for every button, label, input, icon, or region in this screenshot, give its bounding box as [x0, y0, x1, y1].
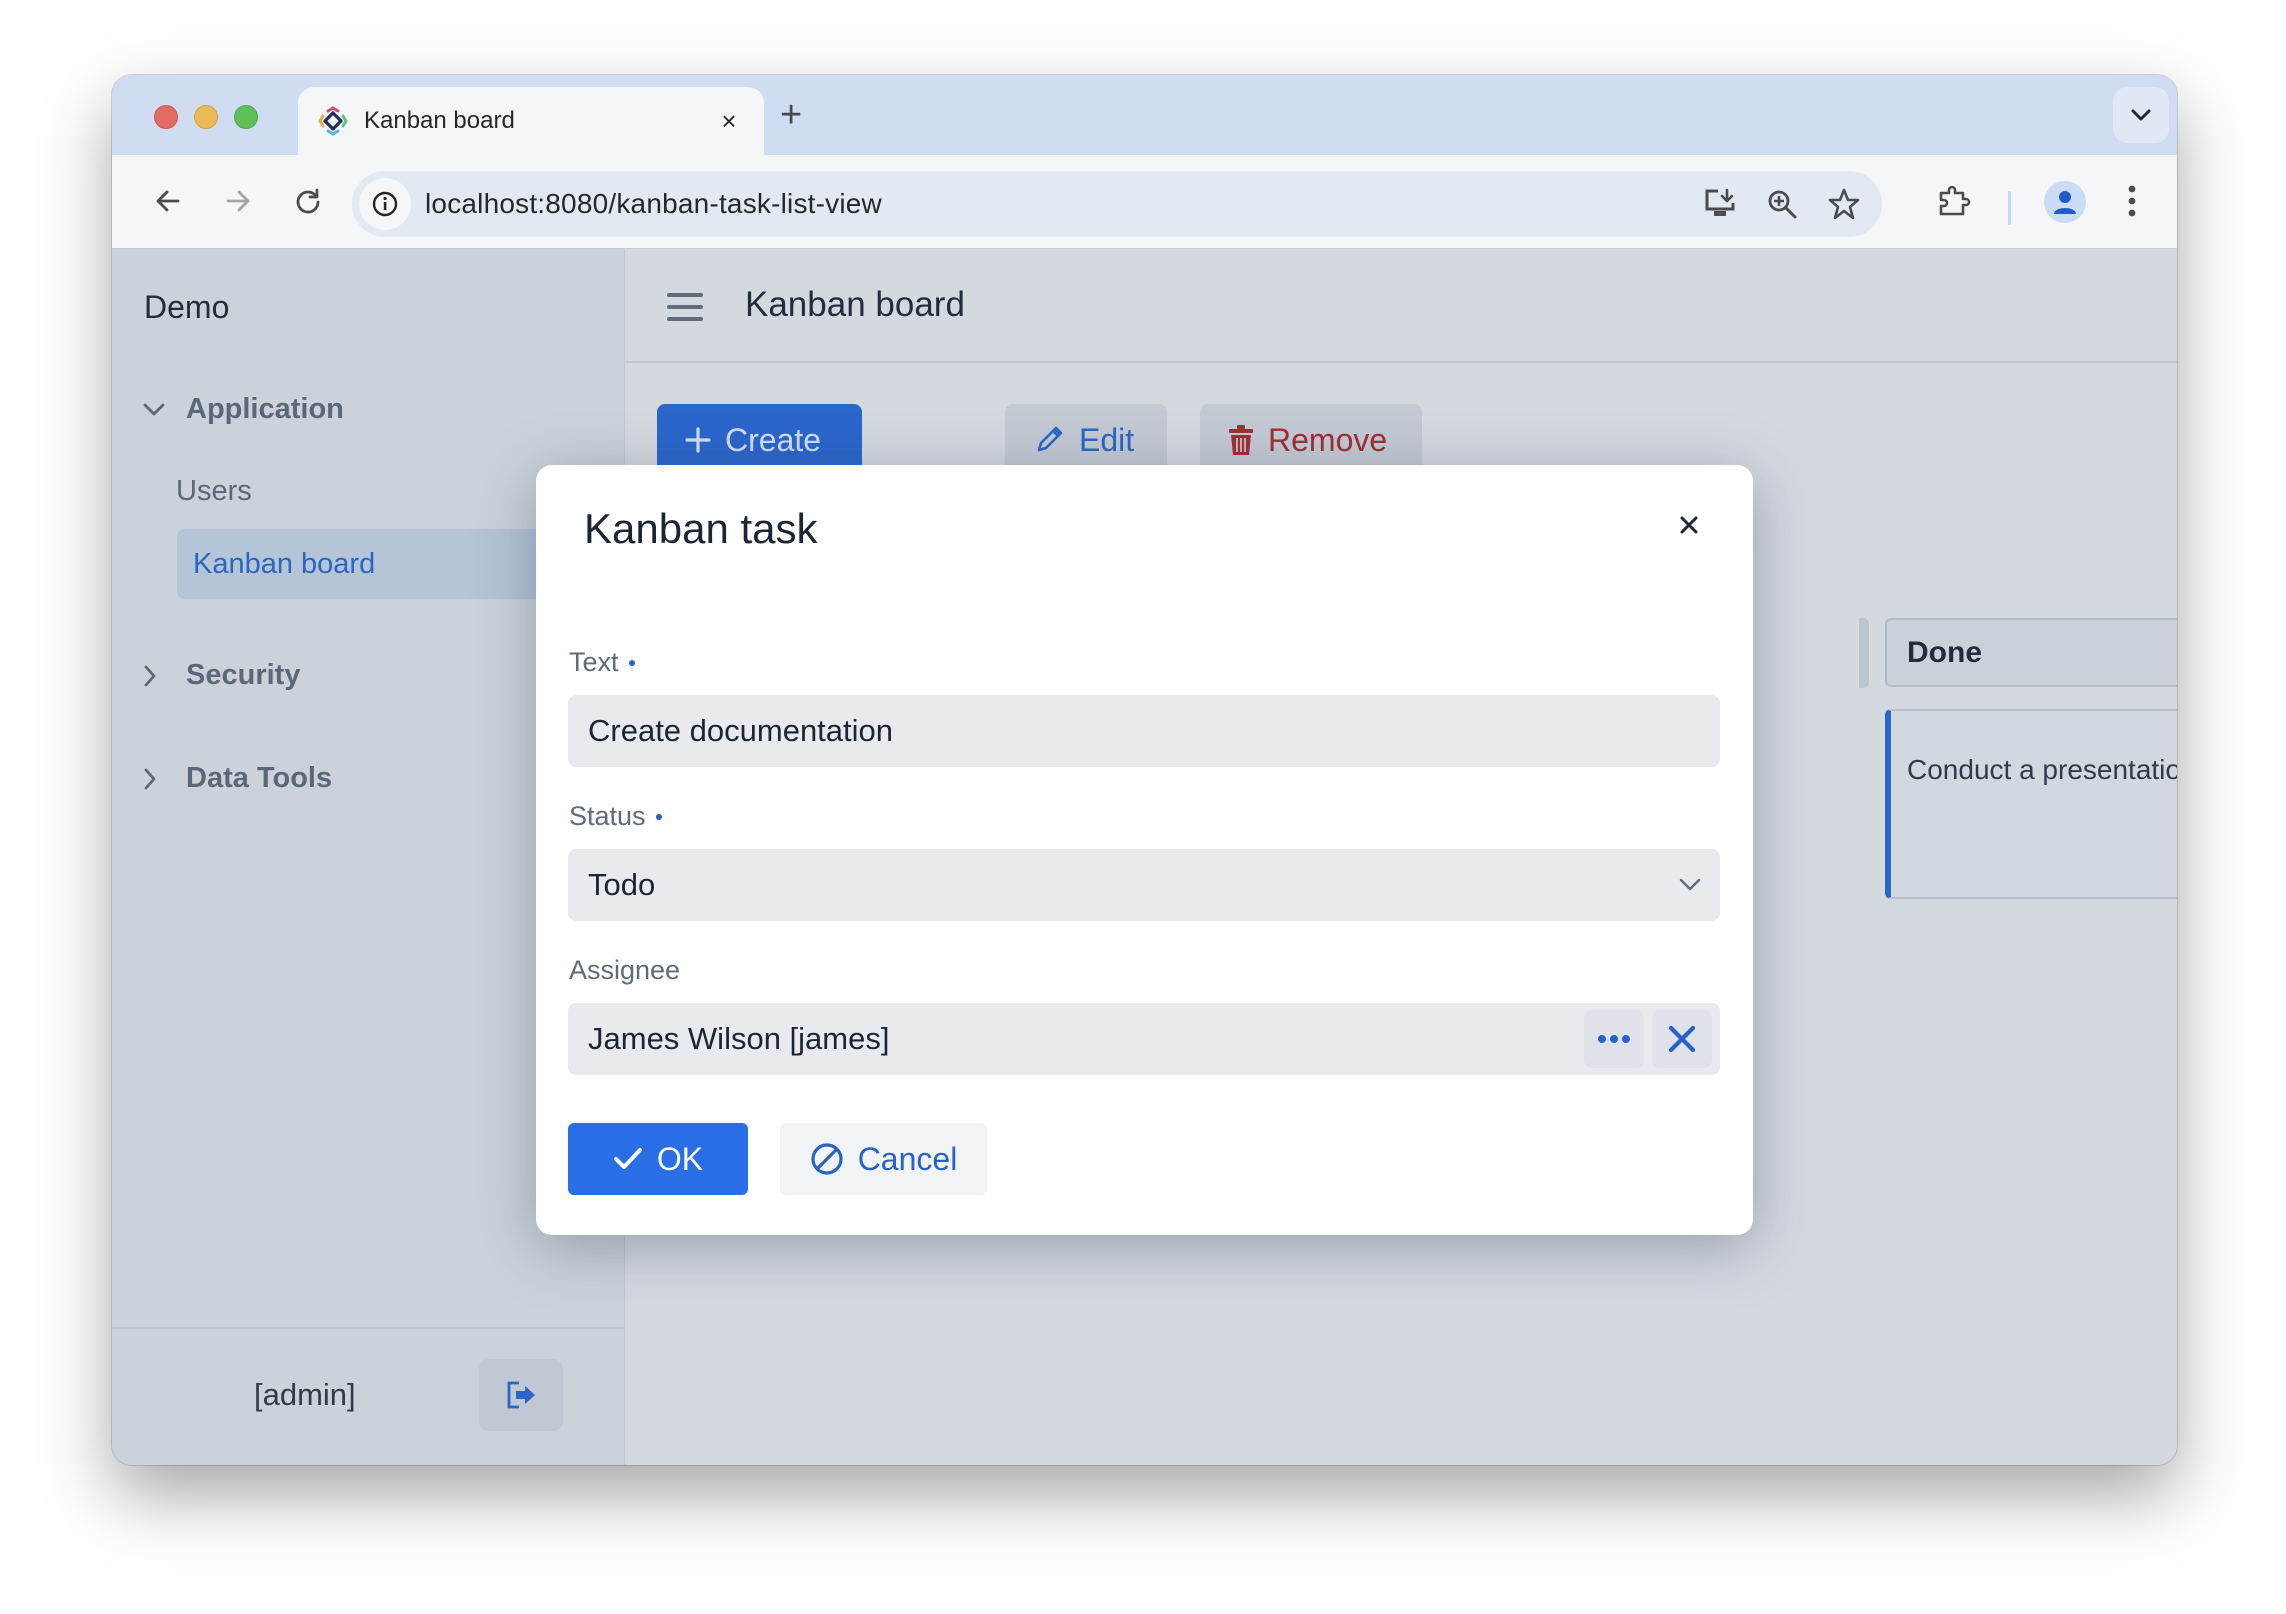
- assignee-value: James Wilson [james]: [588, 1021, 890, 1056]
- text-field-value: Create documentation: [588, 713, 894, 748]
- dialog-close-button[interactable]: [1669, 505, 1709, 545]
- select-toggle[interactable]: [1660, 877, 1720, 893]
- more-horizontal-icon: [1598, 1035, 1630, 1043]
- ok-label: OK: [656, 1140, 704, 1177]
- text-field[interactable]: Create documentation: [568, 695, 1720, 767]
- ban-icon: [811, 1143, 843, 1175]
- clear-x-icon: [1668, 1025, 1696, 1053]
- cancel-label: Cancel: [857, 1140, 958, 1177]
- assignee-label: Assignee: [569, 955, 681, 985]
- entity-lookup-button[interactable]: [1584, 1010, 1644, 1068]
- status-select-value: Todo: [588, 867, 656, 902]
- ok-button[interactable]: OK: [568, 1123, 748, 1195]
- assignee-picker[interactable]: James Wilson [james]: [568, 1003, 1720, 1075]
- kanban-task-dialog: Kanban task Text Create documentation St…: [536, 465, 1753, 1235]
- chevron-down-icon: [1679, 878, 1701, 891]
- dialog-title: Kanban task: [584, 505, 818, 552]
- cancel-button[interactable]: Cancel: [780, 1123, 987, 1195]
- check-icon: [613, 1148, 642, 1169]
- text-label: Text: [569, 647, 619, 677]
- required-indicator: [628, 659, 635, 666]
- status-field-label: Status: [569, 801, 662, 832]
- entity-clear-button[interactable]: [1652, 1010, 1712, 1068]
- status-label: Status: [569, 801, 646, 831]
- close-icon: [1680, 516, 1698, 534]
- status-select[interactable]: Todo: [568, 849, 1720, 921]
- text-field-label: Text: [569, 647, 635, 678]
- assignee-field-label: Assignee: [569, 955, 680, 986]
- required-indicator: [655, 813, 662, 820]
